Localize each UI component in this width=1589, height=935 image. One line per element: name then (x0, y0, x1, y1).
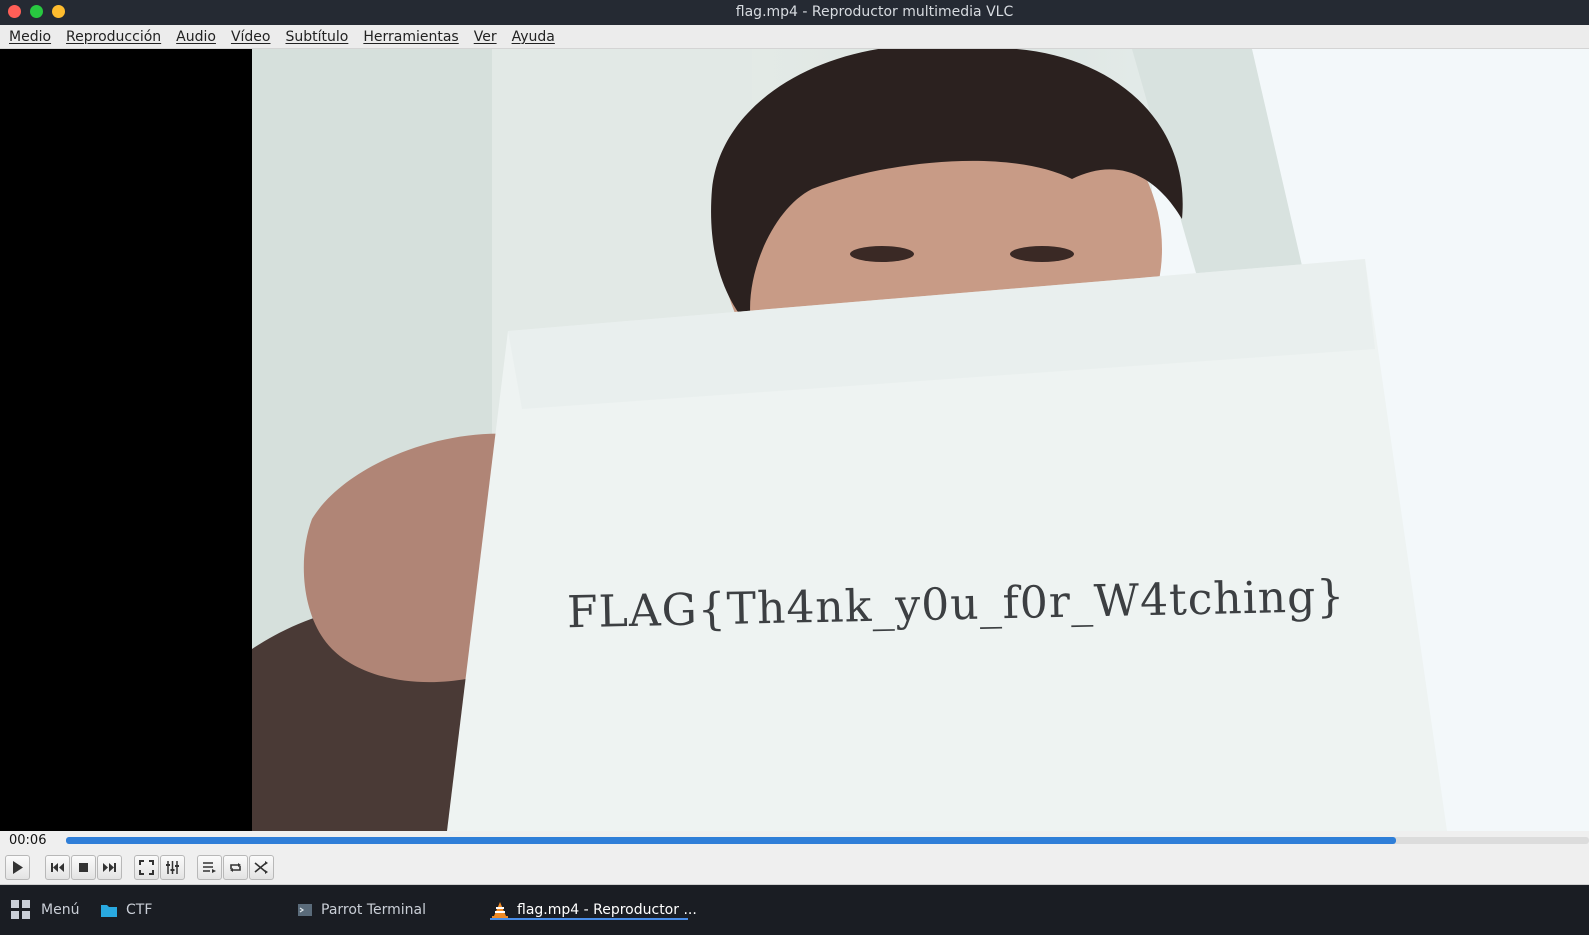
shuffle-button[interactable] (249, 855, 274, 880)
previous-icon (51, 863, 64, 872)
menu-ayuda[interactable]: Ayuda (512, 29, 555, 45)
video-frame: FLAG{Th4nk_y0u_f0r_W4tching} (252, 49, 1589, 831)
previous-button[interactable] (45, 855, 70, 880)
menu-subtitulo[interactable]: Subtítulo (286, 29, 349, 45)
menu-video[interactable]: Vídeo (231, 29, 271, 45)
menu-medio[interactable]: Medio (9, 29, 51, 45)
seek-slider[interactable] (66, 837, 1589, 844)
folder-icon (101, 905, 117, 917)
seek-row: 00:06 (0, 831, 1589, 850)
stop-button[interactable] (71, 855, 96, 880)
active-window-indicator (490, 918, 688, 920)
taskbar-item-parrot-terminal[interactable]: Parrot Terminal (298, 896, 426, 924)
playlist-icon (203, 862, 216, 873)
vlc-cone-icon (492, 901, 508, 919)
window-title: flag.mp4 - Reproductor multimedia VLC (735, 4, 1014, 20)
stop-icon (79, 863, 88, 872)
taskbar-menu-label: Menú (41, 902, 80, 918)
extended-settings-button[interactable] (160, 855, 185, 880)
taskbar: Menú CTF Parrot Terminal flag.mp4 - Repr… (0, 886, 1589, 935)
menu-audio[interactable]: Audio (176, 29, 216, 45)
extended-settings-icon (166, 861, 179, 874)
playback-controls (0, 850, 1589, 885)
terminal-icon (298, 904, 312, 916)
video-scene-illustration (252, 49, 1589, 831)
taskbar-item-label: CTF (126, 902, 153, 918)
shuffle-icon (254, 861, 268, 874)
loop-button[interactable] (223, 855, 248, 880)
menu-reproduccion[interactable]: Reproducción (66, 29, 161, 45)
loop-icon (230, 863, 241, 872)
video-area[interactable]: FLAG{Th4nk_y0u_f0r_W4tching} (0, 49, 1589, 831)
menu-herramientas[interactable]: Herramientas (363, 29, 458, 45)
elapsed-time: 00:06 (9, 833, 47, 848)
seek-progress-fill (66, 837, 1396, 844)
next-button[interactable] (97, 855, 122, 880)
taskbar-item-label: flag.mp4 - Reproductor ... (517, 902, 697, 918)
menu-bar: Medio Reproducción Audio Vídeo Subtítulo… (0, 25, 1589, 49)
title-bar: flag.mp4 - Reproductor multimedia VLC (0, 0, 1589, 25)
apps-grid-icon (11, 900, 30, 919)
taskbar-item-label: Parrot Terminal (321, 902, 427, 918)
fullscreen-button[interactable] (134, 855, 159, 880)
taskbar-menu-button[interactable]: Menú (10, 896, 79, 924)
play-button[interactable] (5, 855, 30, 880)
next-icon (103, 863, 116, 872)
menu-ver[interactable]: Ver (474, 29, 497, 45)
fullscreen-icon (139, 860, 154, 875)
play-icon (13, 861, 23, 874)
playlist-button[interactable] (197, 855, 222, 880)
taskbar-item-ctf[interactable]: CTF (101, 896, 152, 924)
